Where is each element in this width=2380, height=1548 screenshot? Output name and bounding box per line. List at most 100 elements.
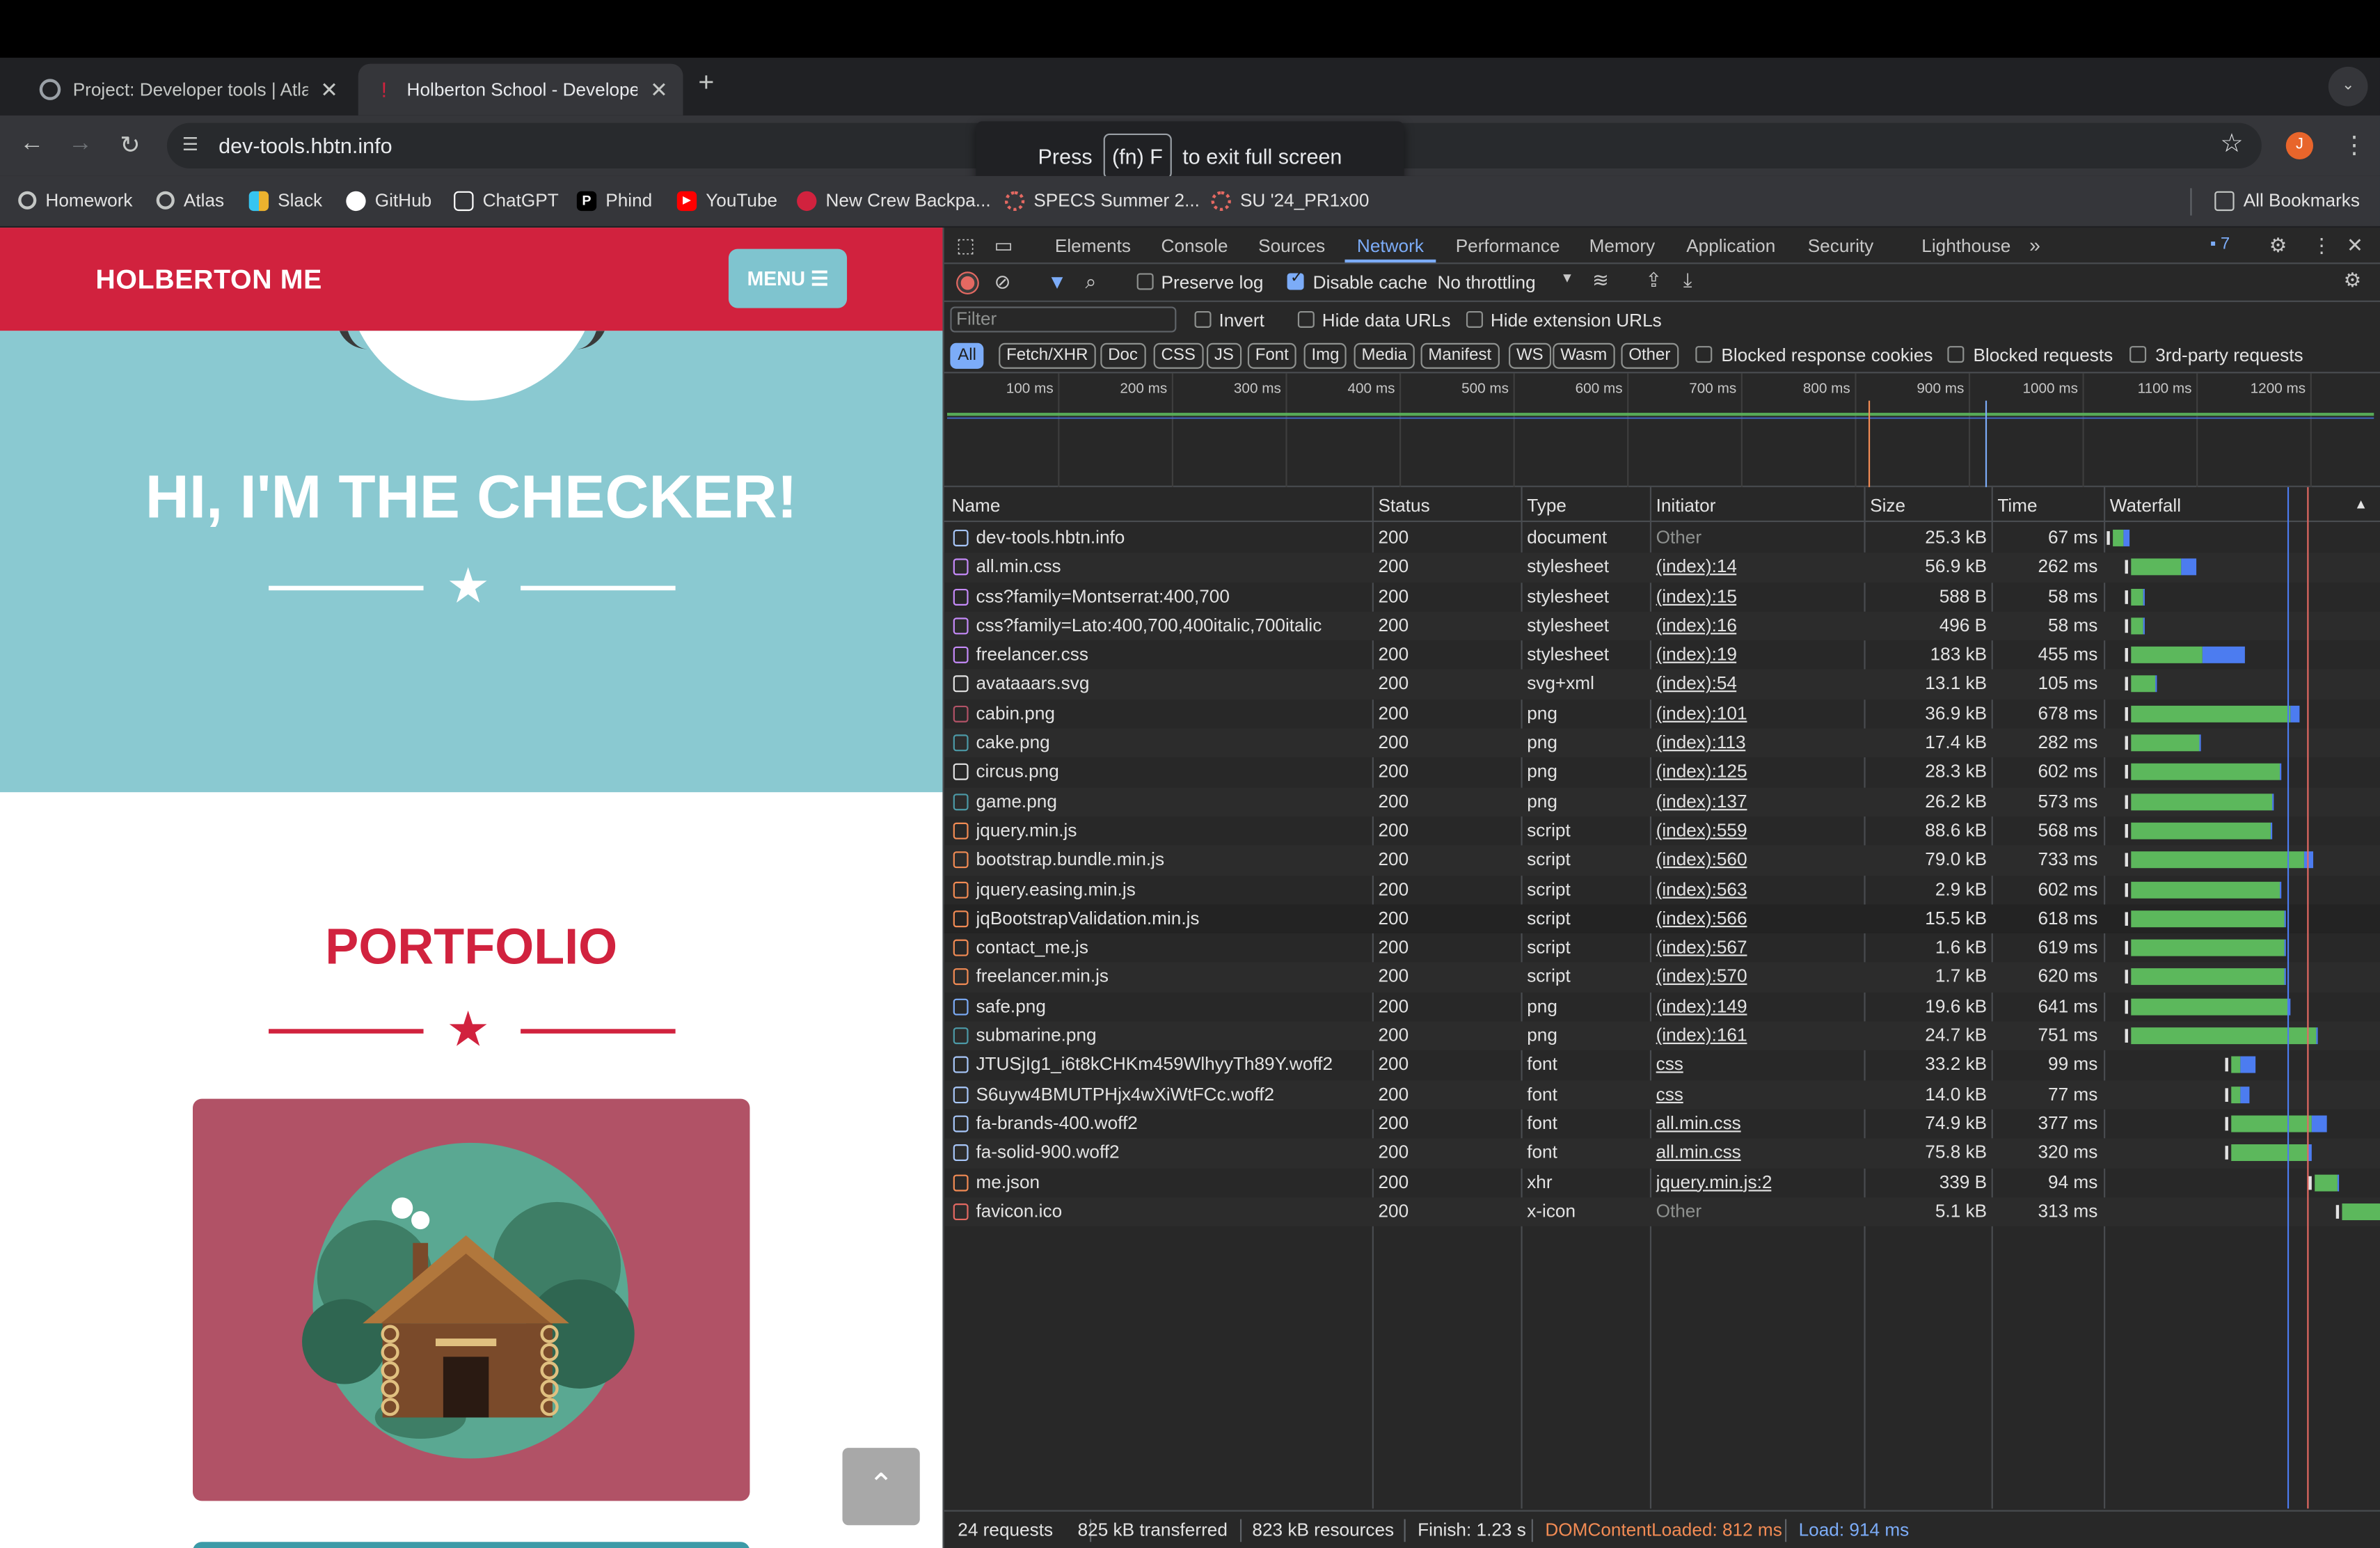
- new-tab-button[interactable]: +: [698, 67, 714, 99]
- cell-initiator[interactable]: (index):137: [1656, 787, 1747, 816]
- request-row[interactable]: cake.png 200 png (index):113 17.4 kB 282 ms: [944, 728, 2380, 758]
- disable-cache-checkbox[interactable]: [1287, 270, 1304, 290]
- cell-initiator[interactable]: (index):101: [1656, 700, 1747, 729]
- issues-badge[interactable]: ▪ 7: [2210, 235, 2230, 253]
- tab-security[interactable]: Security: [1808, 235, 1874, 257]
- import-har-icon[interactable]: ⇪: [1645, 269, 1662, 293]
- cell-initiator[interactable]: (index):149: [1656, 992, 1747, 1021]
- tab-memory[interactable]: Memory: [1589, 235, 1656, 257]
- bookmark-atlas[interactable]: Atlas: [156, 190, 224, 211]
- request-row[interactable]: JTUSjIg1_i6t8kCHKm459WlhyyTh89Y.woff2 200…: [944, 1051, 2380, 1080]
- chip-js[interactable]: JS: [1206, 342, 1241, 369]
- chevron-down-icon[interactable]: ▼: [1560, 270, 1573, 285]
- export-har-icon[interactable]: ⤓: [1683, 269, 1692, 293]
- chip-all[interactable]: All: [950, 342, 984, 369]
- site-brand[interactable]: HOLBERTON ME: [95, 264, 322, 296]
- preserve-log-checkbox[interactable]: [1136, 273, 1154, 290]
- request-row[interactable]: avataaars.svg 200 svg+xml (index):54 13.1 kB…: [944, 670, 2380, 700]
- request-row[interactable]: freelancer.css 200 stylesheet (index):19 183…: [944, 641, 2380, 670]
- bookmark-youtube[interactable]: ▶ YouTube: [676, 190, 777, 211]
- chip-other[interactable]: Other: [1621, 342, 1679, 369]
- throttling-select[interactable]: No throttling: [1438, 271, 1536, 293]
- browser-tab-holberton[interactable]: ! Holberton School - Developer ✕: [358, 63, 683, 116]
- filter-input[interactable]: Filter: [950, 306, 1177, 333]
- tab-performance[interactable]: Performance: [1456, 235, 1560, 257]
- chip-fetch-xhr[interactable]: Fetch/XHR: [999, 342, 1096, 369]
- chip-font[interactable]: Font: [1247, 342, 1296, 369]
- more-tabs-icon[interactable]: »: [2029, 234, 2040, 257]
- inspect-element-icon[interactable]: ⬚: [956, 234, 975, 258]
- chip-media[interactable]: Media: [1354, 342, 1415, 369]
- col-type[interactable]: Type: [1527, 495, 1566, 516]
- tab-search-button[interactable]: ⌄: [2328, 66, 2368, 106]
- bookmark-homework[interactable]: Homework: [18, 190, 133, 211]
- network-overview[interactable]: 100 ms 200 ms 300 ms 400 ms 500 ms 600 ms 700 …: [944, 373, 2380, 487]
- forward-icon[interactable]: →: [68, 131, 93, 158]
- cell-initiator[interactable]: jquery.min.js:2: [1656, 1168, 1772, 1197]
- network-conditions-icon[interactable]: ≋: [1592, 269, 1609, 293]
- close-devtools-icon[interactable]: ✕: [2347, 234, 2363, 258]
- cell-initiator[interactable]: (index):54: [1656, 670, 1737, 700]
- network-settings-icon[interactable]: ⚙: [2344, 269, 2361, 293]
- chip-ws[interactable]: WS: [1509, 342, 1551, 369]
- col-size[interactable]: Size: [1870, 495, 1905, 516]
- request-row[interactable]: contact_me.js 200 script (index):567 1.6 kB 6…: [944, 933, 2380, 963]
- cell-initiator[interactable]: (index):563: [1656, 875, 1747, 904]
- cell-initiator[interactable]: (index):19: [1656, 641, 1737, 670]
- bookmark-phind[interactable]: P Phind: [576, 190, 652, 211]
- cell-initiator[interactable]: (index):161: [1656, 1022, 1747, 1051]
- portfolio-item-next[interactable]: [193, 1542, 750, 1548]
- tab-network[interactable]: Network: [1357, 235, 1424, 257]
- request-row[interactable]: circus.png 200 png (index):125 28.3 kB 602 ms: [944, 758, 2380, 787]
- cell-initiator[interactable]: (index):560: [1656, 846, 1747, 875]
- col-name[interactable]: Name: [952, 495, 1001, 516]
- request-row[interactable]: css?family=Lato:400,700,400italic,700ita…: [944, 611, 2380, 641]
- cell-initiator[interactable]: (index):113: [1656, 729, 1746, 758]
- request-row[interactable]: me.json 200 xhr jquery.min.js:2 339 B 94 ms: [944, 1168, 2380, 1197]
- portfolio-item-cabin[interactable]: [193, 1098, 750, 1501]
- bookmark-new-crew[interactable]: New Crew Backpa...: [797, 190, 991, 211]
- back-icon[interactable]: ←: [19, 131, 44, 158]
- request-row[interactable]: jquery.easing.min.js 200 script (index):563…: [944, 875, 2380, 904]
- cell-initiator[interactable]: css: [1656, 1051, 1683, 1080]
- col-time[interactable]: Time: [1997, 495, 2037, 516]
- request-row[interactable]: submarine.png 200 png (index):161 24.7 kB 751…: [944, 1021, 2380, 1051]
- all-bookmarks[interactable]: All Bookmarks: [2214, 190, 2360, 211]
- browser-tab-atlas[interactable]: Project: Developer tools | Atla ✕: [24, 64, 355, 116]
- request-row[interactable]: safe.png 200 png (index):149 19.6 kB 641 ms: [944, 992, 2380, 1021]
- request-row[interactable]: jquery.min.js 200 script (index):559 88.6 kB…: [944, 816, 2380, 846]
- request-row[interactable]: css?family=Montserrat:400,700 200 styleshe…: [944, 582, 2380, 611]
- close-tab-icon[interactable]: ✕: [650, 77, 668, 102]
- cell-initiator[interactable]: (index):125: [1656, 758, 1747, 787]
- chip-manifest[interactable]: Manifest: [1420, 342, 1500, 369]
- request-row[interactable]: jqBootstrapValidation.min.js 200 script (in…: [944, 904, 2380, 934]
- chip-doc[interactable]: Doc: [1100, 342, 1145, 369]
- blocked-requests-checkbox[interactable]: [1947, 346, 1965, 363]
- tab-elements[interactable]: Elements: [1055, 235, 1131, 257]
- devtools-menu-icon[interactable]: ⋮: [2312, 234, 2331, 258]
- bookmark-slack[interactable]: Slack: [248, 190, 322, 211]
- bookmark-star-icon[interactable]: ☆: [2220, 129, 2243, 159]
- menu-button[interactable]: MENU ☰: [728, 248, 848, 308]
- bookmark-su24[interactable]: SU '24_PR1x00: [1211, 190, 1369, 211]
- cell-initiator[interactable]: (index):559: [1656, 816, 1747, 846]
- search-icon[interactable]: ⌕: [1086, 270, 1097, 294]
- request-row[interactable]: game.png 200 png (index):137 26.2 kB 573 ms: [944, 787, 2380, 816]
- hide-extension-urls-checkbox[interactable]: [1466, 310, 1483, 328]
- sort-ascending-icon[interactable]: ▲: [2354, 496, 2367, 512]
- chip-img[interactable]: Img: [1303, 342, 1347, 369]
- cell-initiator[interactable]: (index):15: [1656, 582, 1737, 611]
- tab-application[interactable]: Application: [1686, 235, 1775, 257]
- request-row[interactable]: dev-tools.hbtn.info 200 document Other 25.3 …: [944, 523, 2380, 553]
- device-toolbar-icon[interactable]: ▭: [994, 234, 1013, 258]
- request-row[interactable]: fa-brands-400.woff2 200 font all.min.css 74.…: [944, 1109, 2380, 1139]
- cell-initiator[interactable]: (index):16: [1656, 611, 1737, 640]
- cell-initiator[interactable]: (index):567: [1656, 933, 1747, 963]
- filter-icon[interactable]: ▼: [1047, 270, 1067, 293]
- cell-initiator[interactable]: (index):570: [1656, 963, 1747, 992]
- request-row[interactable]: cabin.png 200 png (index):101 36.9 kB 678 ms: [944, 700, 2380, 729]
- request-row[interactable]: all.min.css 200 stylesheet (index):14 56.9 k…: [944, 553, 2380, 583]
- cell-initiator[interactable]: (index):14: [1656, 553, 1737, 582]
- profile-avatar[interactable]: J: [2285, 132, 2314, 159]
- bookmark-specs[interactable]: SPECS Summer 2...: [1004, 190, 1200, 211]
